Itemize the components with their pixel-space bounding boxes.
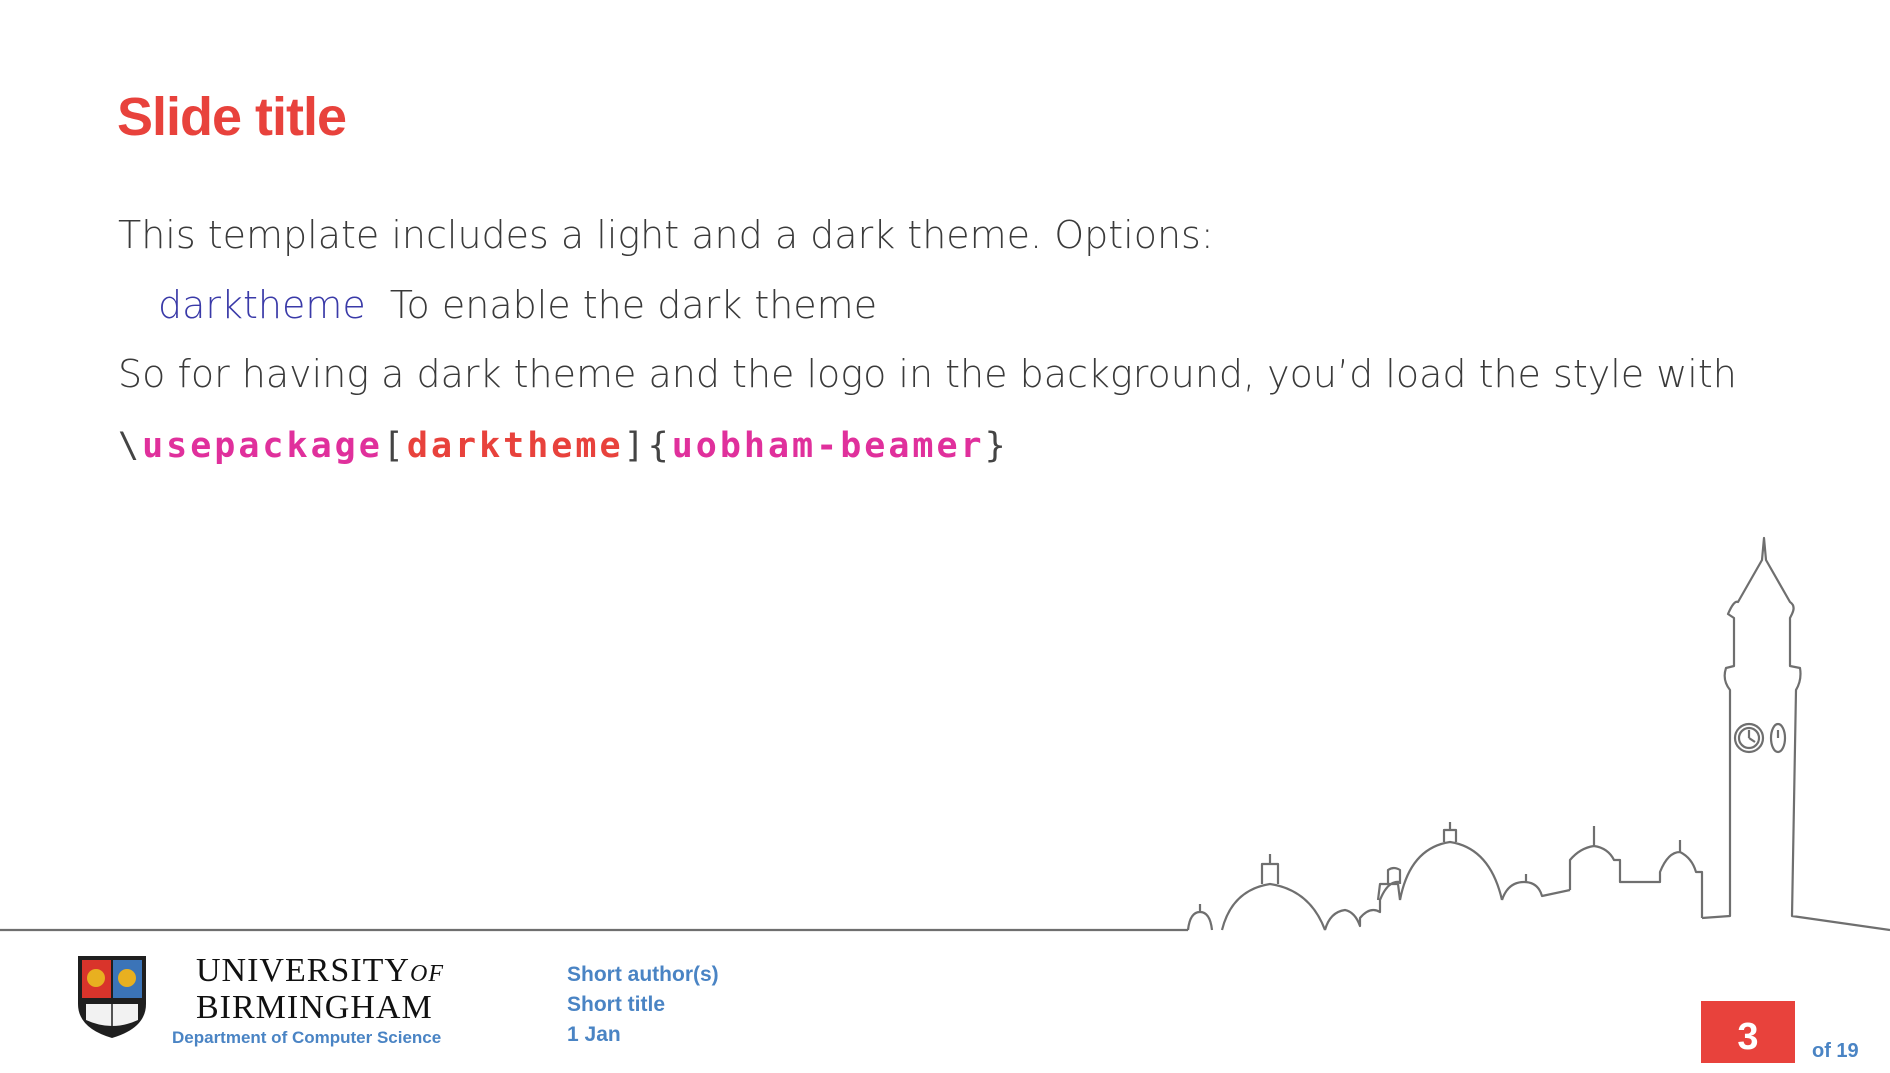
- code-option: darktheme: [406, 426, 624, 466]
- code-backslash: \: [118, 426, 143, 466]
- code-snippet: \usepackage[darktheme]{uobham-beamer}: [118, 426, 1009, 466]
- code-close-brace: }: [984, 426, 1009, 466]
- campus-skyline-icon: [0, 536, 1890, 932]
- note-text: So for having a dark theme and the logo …: [118, 352, 1737, 396]
- slide-title: Slide title: [117, 87, 347, 147]
- intro-text: This template includes a light and a dar…: [118, 213, 1214, 257]
- footer-short-title: Short title: [567, 993, 665, 1016]
- university-of: OF: [409, 961, 444, 987]
- code-close-bracket: ]: [623, 426, 648, 466]
- university-crest-icon: [78, 956, 146, 1038]
- option-description: To enable the dark theme: [389, 283, 878, 327]
- university-line1: UNIVERSITY: [196, 952, 410, 989]
- option-key: darktheme: [158, 283, 366, 327]
- university-wordmark: UNIVERSITYOF BIRMINGHAM: [196, 954, 444, 1025]
- footer-date: 1 Jan: [567, 1023, 621, 1046]
- page-number: 3: [1701, 1001, 1795, 1063]
- code-package: uobham-beamer: [671, 426, 985, 466]
- code-open-brace: {: [647, 426, 672, 466]
- option-item: darktheme To enable the dark theme: [158, 283, 877, 327]
- footer-author: Short author(s): [567, 963, 719, 986]
- page-total: of 19: [1812, 1040, 1859, 1062]
- footer-meta: Short author(s) Short title 1 Jan: [567, 960, 719, 1050]
- code-command: usepackage: [142, 426, 383, 466]
- university-line2: BIRMINGHAM: [196, 989, 433, 1026]
- department-name: Department of Computer Science: [172, 1028, 442, 1047]
- code-open-bracket: [: [382, 426, 407, 466]
